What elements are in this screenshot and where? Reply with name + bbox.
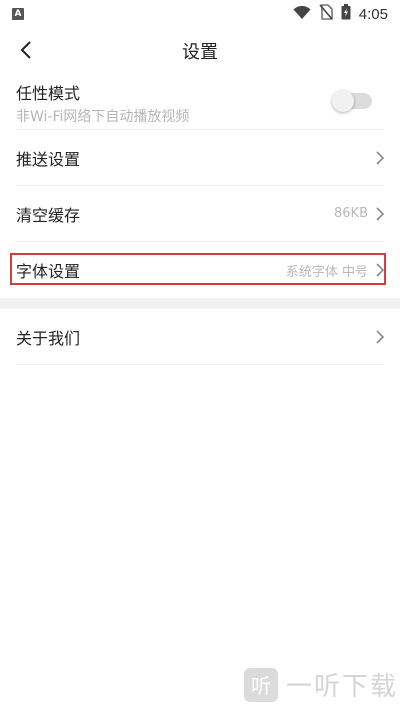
chevron-right-icon xyxy=(376,150,384,165)
watermark: 听 一听下载 xyxy=(244,666,398,703)
setting-right xyxy=(368,130,384,185)
wifi-icon xyxy=(293,5,311,24)
app-notification-icon: A xyxy=(12,8,24,20)
setting-label: 关于我们 xyxy=(16,328,81,348)
setting-label: 推送设置 xyxy=(16,149,81,169)
setting-label: 任性模式 xyxy=(16,84,81,103)
setting-control xyxy=(332,72,384,129)
no-sim-icon xyxy=(319,4,333,24)
chevron-right-icon xyxy=(376,206,384,221)
status-bar-right: 4:05 xyxy=(293,4,388,24)
toggle-knob xyxy=(332,89,354,112)
status-bar: A 4:05 xyxy=(0,0,400,28)
chevron-right-icon xyxy=(376,329,384,344)
settings-list: 任性模式 非Wi-Fi网络下自动播放视频 推送设置 清空缓存 86KB 字体设置 xyxy=(0,72,400,365)
setting-row-playback-mode[interactable]: 任性模式 非Wi-Fi网络下自动播放视频 xyxy=(16,72,384,130)
setting-row-about[interactable]: 关于我们 xyxy=(16,309,384,365)
nav-bar: 设置 xyxy=(0,30,400,72)
setting-row-font[interactable]: 字体设置 系统字体 中号 xyxy=(16,242,384,298)
chevron-right-icon xyxy=(376,263,384,277)
setting-right xyxy=(368,309,384,364)
setting-label: 字体设置 xyxy=(16,262,81,281)
font-setting-value: 系统字体 中号 xyxy=(285,264,368,280)
setting-right: 86KB xyxy=(334,186,384,241)
autoplay-toggle[interactable] xyxy=(332,89,372,112)
setting-right: 系统字体 中号 xyxy=(286,242,384,298)
setting-row-clear-cache[interactable]: 清空缓存 86KB xyxy=(16,186,384,242)
page-title: 设置 xyxy=(182,42,218,63)
setting-row-push[interactable]: 推送设置 xyxy=(16,130,384,186)
status-bar-left: A xyxy=(12,8,24,20)
setting-sublabel: 非Wi-Fi网络下自动播放视频 xyxy=(16,109,190,125)
section-divider xyxy=(0,298,400,309)
cache-size-value: 86KB xyxy=(334,206,368,221)
status-time: 4:05 xyxy=(358,5,388,23)
watermark-text: 一听下载 xyxy=(286,672,399,702)
watermark-logo-icon: 听 xyxy=(244,667,278,702)
battery-charging-icon xyxy=(341,4,351,24)
setting-label: 清空缓存 xyxy=(16,205,81,225)
